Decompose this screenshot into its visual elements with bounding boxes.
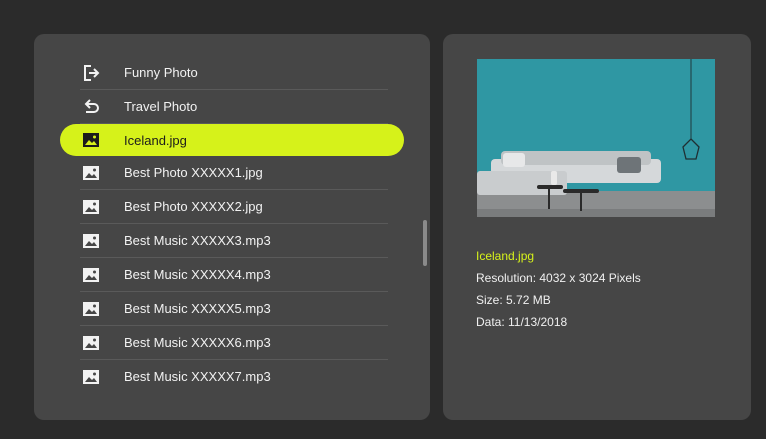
list-item-travel-photo[interactable]: Travel Photo [80,90,388,124]
list-item-label: Best Photo XXXXX1.jpg [124,165,263,180]
list-item-label: Best Music XXXXX4.mp3 [124,267,271,282]
list-item-best-music-7[interactable]: Best Music XXXXX7.mp3 [80,360,388,393]
list-item-best-music-6[interactable]: Best Music XXXXX6.mp3 [80,326,388,360]
list-item-iceland[interactable]: Iceland.jpg [60,124,404,156]
list-item-best-music-4[interactable]: Best Music XXXXX4.mp3 [80,258,388,292]
back-icon [82,98,100,116]
image-icon [82,232,100,250]
list-item-label: Best Music XXXXX7.mp3 [124,369,271,384]
file-list-panel: Funny Photo Travel Photo Iceland.jpg Bes… [34,34,430,420]
list-item-funny-photo[interactable]: Funny Photo [80,56,388,90]
list-item-best-music-5[interactable]: Best Music XXXXX5.mp3 [80,292,388,326]
list-item-label: Best Music XXXXX3.mp3 [124,233,271,248]
list-item-label: Best Music XXXXX6.mp3 [124,335,271,350]
exit-icon [82,64,100,82]
file-resolution: Resolution: 4032 x 3024 Pixels [476,271,641,285]
file-size: Size: 5.72 MB [476,293,551,307]
list-item-best-music-3[interactable]: Best Music XXXXX3.mp3 [80,224,388,258]
list-item-best-photo-1[interactable]: Best Photo XXXXX1.jpg [80,156,388,190]
image-icon [82,334,100,352]
image-icon [82,300,100,318]
image-icon [82,198,100,216]
list-item-best-photo-2[interactable]: Best Photo XXXXX2.jpg [80,190,388,224]
image-icon [82,368,100,386]
list-item-label: Iceland.jpg [124,132,187,148]
file-date: Data: 11/13/2018 [476,315,568,329]
file-info: Iceland.jpg Resolution: 4032 x 3024 Pixe… [476,245,641,333]
list-item-label: Funny Photo [124,65,198,80]
image-preview [477,59,715,217]
image-icon [82,131,100,149]
file-name: Iceland.jpg [476,249,535,263]
scrollbar[interactable] [423,220,427,266]
list-item-label: Travel Photo [124,99,198,114]
list-item-label: Best Music XXXXX5.mp3 [124,301,271,316]
file-detail-panel: Iceland.jpg Resolution: 4032 x 3024 Pixe… [443,34,751,420]
file-list: Funny Photo Travel Photo Iceland.jpg Bes… [60,56,404,393]
list-item-label: Best Photo XXXXX2.jpg [124,199,263,214]
image-icon [82,266,100,284]
image-icon [82,164,100,182]
